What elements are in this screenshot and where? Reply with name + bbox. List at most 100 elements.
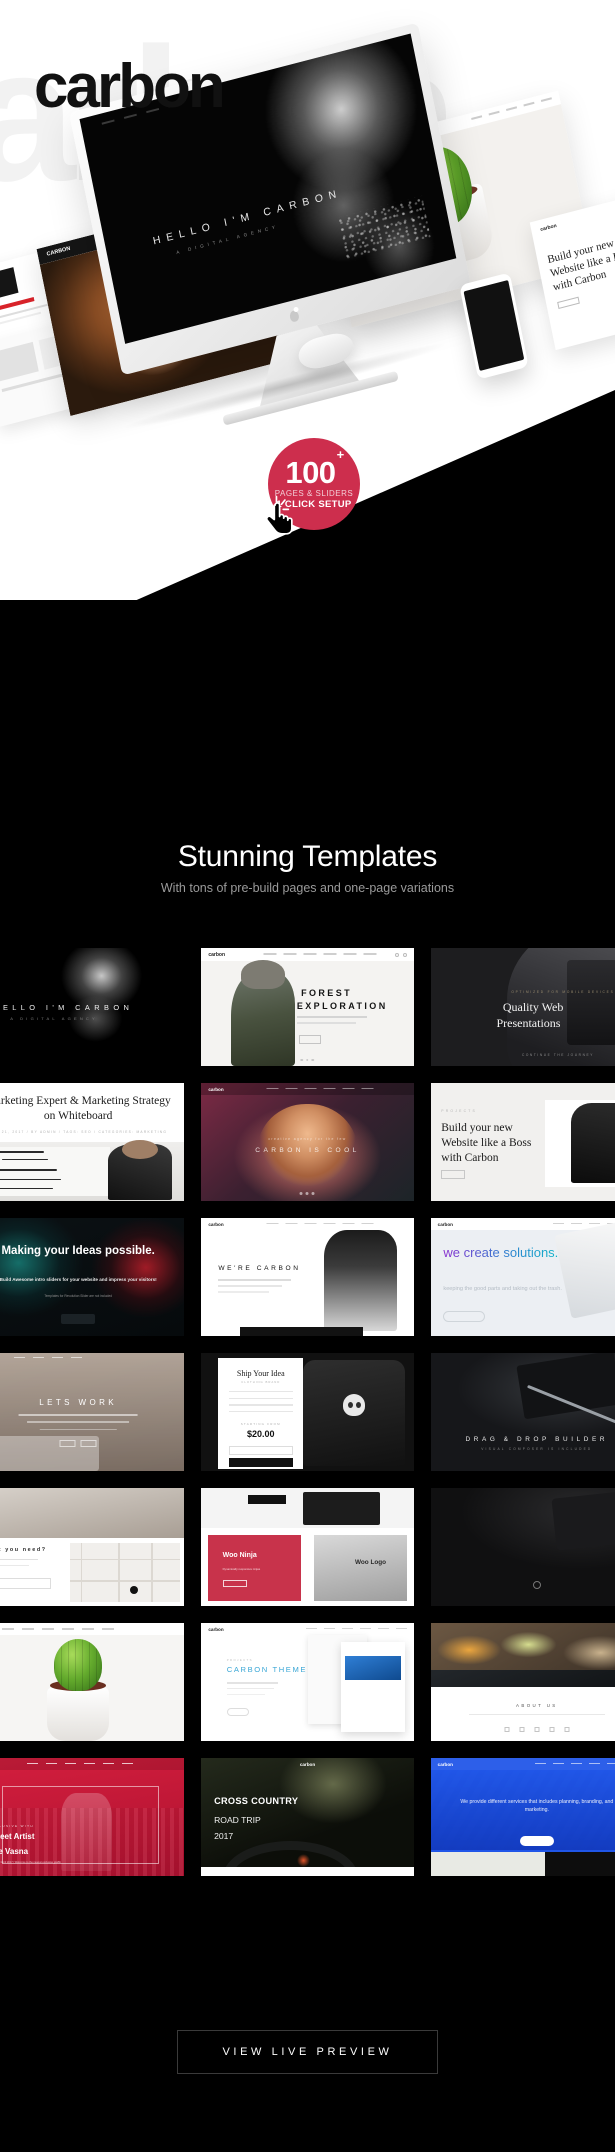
carbon-theme-line-1 <box>226 1682 278 1684</box>
page-title: Stunning Templates <box>177 840 438 873</box>
what-you-need-photo <box>0 1488 185 1538</box>
services-blue-navbar: carbon <box>430 1758 615 1770</box>
ideas-subtitle: Build Awesome intro sliders for your web… <box>0 1277 157 1282</box>
template-card-ideas[interactable]: Making your Ideas possible. Build Awesom… <box>0 1218 185 1336</box>
template-card-carbon-cool[interactable]: carbon creative agency for the few CARBO… <box>201 1083 414 1201</box>
what-you-need-name-input[interactable] <box>0 1577 51 1589</box>
template-card-about-us[interactable]: ABOUT US <box>430 1623 615 1741</box>
were-carbon-logo: carbon <box>208 1222 224 1227</box>
carbon-theme-line-3 <box>226 1693 266 1696</box>
lets-work-line-2 <box>27 1421 130 1424</box>
template-card-street-artist[interactable]: EXCLUSIVE WITH Street Artist Joe Vasna P… <box>0 1758 185 1876</box>
about-us-subtitle-line <box>468 1713 605 1716</box>
carbon-theme-logo: carbon <box>208 1627 224 1632</box>
were-carbon-strip <box>239 1327 363 1336</box>
what-you-need-line-2 <box>0 1564 30 1567</box>
build-boss-kicker: PROJECTS <box>441 1108 477 1113</box>
street-artist-navbar <box>0 1758 185 1770</box>
template-card-were-carbon[interactable]: carbon WE'RE CARBON <box>201 1218 414 1336</box>
view-live-preview-button[interactable]: VIEW LIVE PREVIEW <box>177 2030 438 2074</box>
carbon-cool-title: CARBON IS COOL <box>255 1146 360 1154</box>
street-artist-person <box>61 1793 113 1872</box>
services-blue-map <box>430 1852 546 1876</box>
whiteboard-line-1 <box>0 1151 45 1153</box>
were-carbon-title: WE'RE CARBON <box>218 1265 301 1273</box>
carbon-theme-menu <box>305 1628 407 1630</box>
woo-ninja-title: Woo Ninja <box>222 1552 257 1560</box>
cross-country-gauge <box>296 1853 310 1867</box>
forest-text-line-1 <box>296 1016 367 1019</box>
ship-idea-line-1 <box>228 1390 294 1393</box>
carbon-theme-title: CARBON THEME <box>226 1665 308 1675</box>
template-card-quality-web[interactable]: OPTIMIZED FOR MOBILE DEVICES Quality Web… <box>430 948 615 1066</box>
what-you-need-title: What you need? <box>0 1547 47 1553</box>
template-card-woocommerce[interactable]: Woo Ninja Dynamically responsive ninjas … <box>201 1488 414 1606</box>
forest-menu <box>263 953 377 955</box>
cactus-card-pot <box>47 1687 110 1741</box>
template-card-dark-device[interactable] <box>430 1488 615 1606</box>
mockup-card-right-logo: carbon <box>539 222 558 234</box>
badge-number-value: 100 <box>285 454 336 490</box>
services-blue-button <box>519 1835 554 1846</box>
template-card-what-you-need[interactable]: What you need? <box>0 1488 185 1606</box>
were-carbon-navbar: carbon <box>201 1218 414 1230</box>
carbon-cool-subtitle: creative agency for the few <box>268 1137 347 1142</box>
build-boss-title: Build your new Website like a Boss with … <box>441 1121 532 1164</box>
template-card-hello-carbon[interactable]: HELLO I'M CARBON A DIGITAL AGENCY <box>0 948 185 1066</box>
marketing-title: Marketing Expert & Marketing Strategy on… <box>0 1094 171 1123</box>
woo-ninja-subtitle: Dynamically responsive ninjas <box>222 1566 261 1571</box>
cactus-navbar <box>0 1623 185 1635</box>
template-card-marketing[interactable]: Marketing Expert & Marketing Strategy on… <box>0 1083 185 1201</box>
street-artist-subtitle: Published April 2017 / Welcome to the ne… <box>0 1860 61 1864</box>
street-artist-title: Street Artist <box>0 1832 35 1842</box>
whiteboard-line-4 <box>0 1178 62 1180</box>
template-card-carbon-theme[interactable]: carbon PROJECTS CARBON THEME <box>201 1623 414 1741</box>
cross-country-bottom-strip <box>201 1867 414 1876</box>
template-card-forest[interactable]: carbon FOREST EXPLORATION <box>201 948 414 1066</box>
badge-plus: + <box>336 446 345 462</box>
forest-title: FOREST <box>301 988 353 999</box>
map-pin-icon <box>129 1586 138 1595</box>
dark-device-scroll-icon <box>532 1581 541 1590</box>
ship-idea-line-2 <box>228 1397 294 1400</box>
carbon-cool-logo: carbon <box>208 1087 224 1092</box>
template-card-we-create[interactable]: carbon we create solutions. keeping the … <box>430 1218 615 1336</box>
template-card-cactus[interactable] <box>0 1623 185 1741</box>
template-card-lets-work[interactable]: LETS WORK <box>0 1353 185 1471</box>
mockup-laptop-left-logo: CARBON <box>46 245 71 258</box>
services-blue-menu <box>534 1763 615 1765</box>
carbon-theme-mockup-2 <box>341 1641 406 1732</box>
brand-logo: carbon <box>34 52 226 121</box>
ship-idea-tshirt <box>303 1360 406 1467</box>
forest-title-2: EXPLORATION <box>296 1001 388 1012</box>
template-card-drag-drop[interactable]: DRAG & DROP BUILDER VISUAL COMPOSER IS I… <box>430 1353 615 1471</box>
were-carbon-menu <box>266 1223 374 1225</box>
woo-ninja-banner: Woo Ninja Dynamically responsive ninjas <box>207 1535 302 1602</box>
carbon-cool-menu <box>266 1088 374 1090</box>
template-card-services-blue[interactable]: carbon We provide different services tha… <box>430 1758 615 1876</box>
marketing-person <box>107 1139 172 1200</box>
build-boss-button <box>441 1170 466 1180</box>
carbon-theme-button <box>226 1707 249 1716</box>
page-subtitle: With tons of pre-build pages and one-pag… <box>160 881 455 895</box>
quality-web-kicker: OPTIMIZED FOR MOBILE DEVICES <box>511 990 615 995</box>
lets-work-title: LETS WORK <box>39 1397 118 1407</box>
template-card-build-boss[interactable]: PROJECTS Build your new Website like a B… <box>430 1083 615 1201</box>
cross-country-navbar: carbon <box>201 1758 413 1770</box>
about-us-food-photo <box>430 1623 615 1678</box>
cross-country-logo: carbon <box>299 1762 316 1767</box>
we-create-title: we create solutions. <box>443 1245 559 1261</box>
ship-idea-line-4 <box>228 1410 294 1413</box>
street-artist-title-2: Joe Vasna <box>0 1846 29 1856</box>
marketing-meta: APR 21, 2017 / BY ADMIN / TAGS: SEO / CA… <box>0 1130 168 1135</box>
ship-idea-sku: CLOTHING BRAND <box>241 1379 281 1384</box>
template-card-ship-idea[interactable]: Ship Your Idea CLOTHING BRAND STARTING F… <box>201 1353 414 1471</box>
woo-logo-title: Woo Logo <box>354 1558 387 1566</box>
template-card-cross-country[interactable]: carbon CROSS COUNTRY ROAD TRIP 2017 <box>201 1758 414 1876</box>
we-create-subtitle: keeping the good parts and taking out th… <box>443 1286 562 1293</box>
skull-icon <box>343 1394 366 1417</box>
carbon-theme-line-2 <box>226 1687 274 1690</box>
what-you-need-map <box>69 1543 181 1603</box>
cross-country-year: 2017 <box>214 1831 234 1842</box>
apple-logo-icon <box>288 309 300 323</box>
